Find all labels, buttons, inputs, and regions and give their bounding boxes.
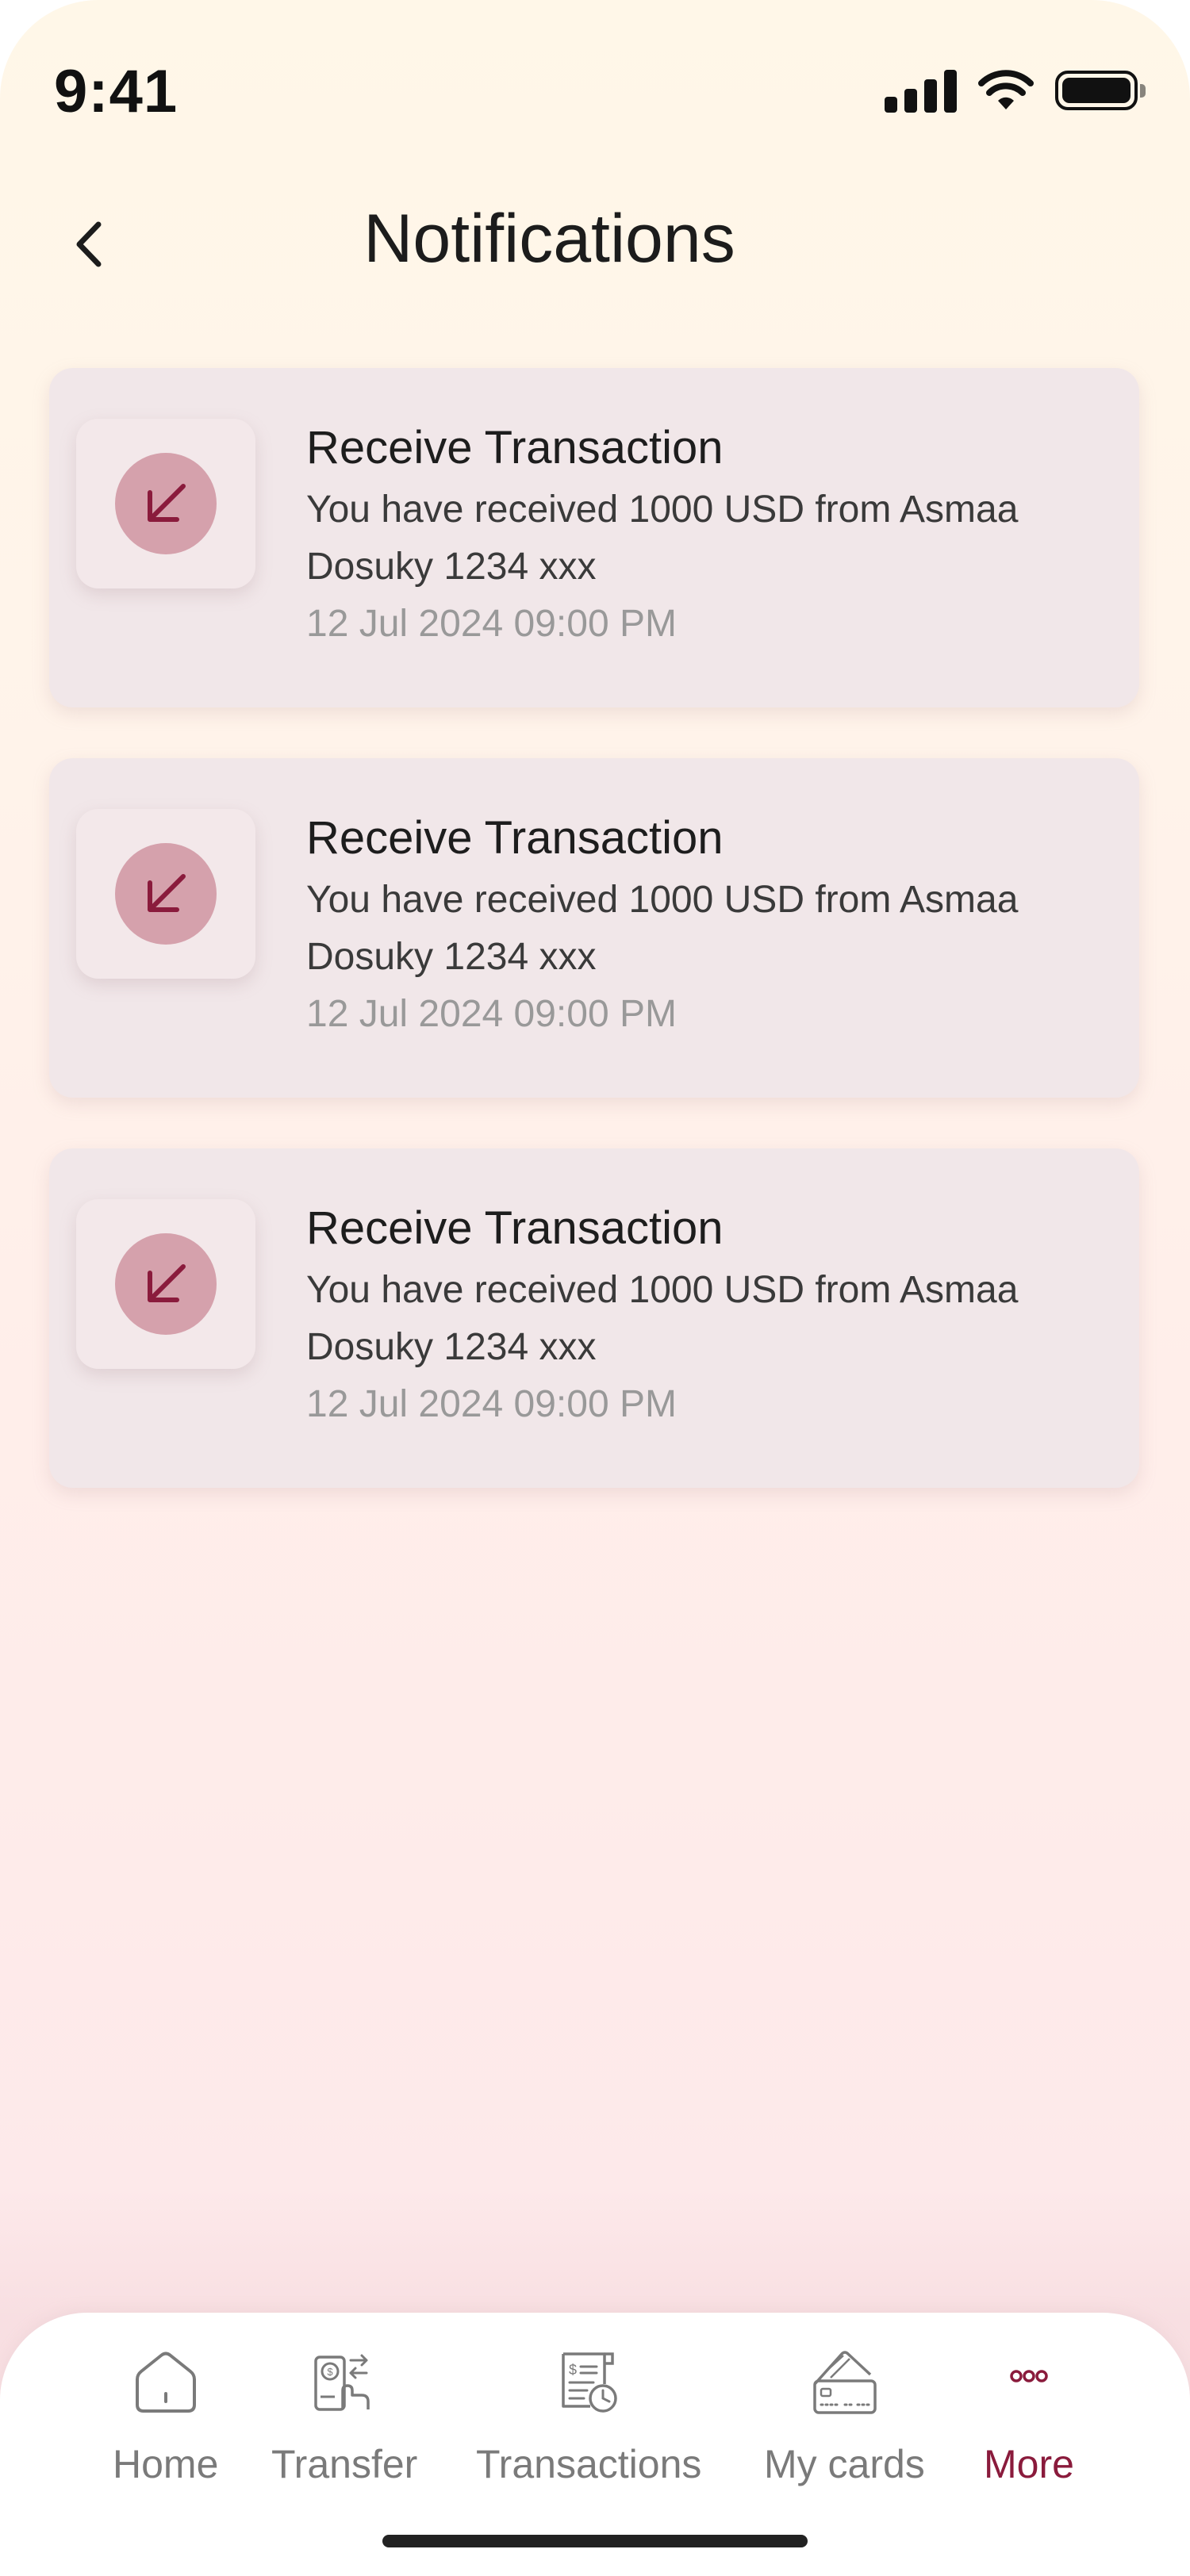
cellular-signal-icon xyxy=(885,68,957,113)
notification-list: Receive Transaction You have received 10… xyxy=(49,368,1139,1539)
notifications-screen: 9:41 Notifications Receive Transaction Y… xyxy=(0,0,1190,2576)
notification-body: You have received 1000 USD from Asmaa Do… xyxy=(306,878,1019,978)
arrow-down-left-icon xyxy=(148,484,186,522)
battery-icon xyxy=(1055,71,1146,110)
status-time: 9:41 xyxy=(54,58,178,125)
nav-label: More xyxy=(984,2442,1074,2486)
nav-item-my-cards[interactable]: My cards xyxy=(764,2343,925,2487)
notification-time: 12 Jul 2024 09:00 PM xyxy=(306,1382,677,1425)
notification-body: You have received 1000 USD from Asmaa Do… xyxy=(306,488,1019,588)
more-dots-icon xyxy=(1010,2370,1048,2382)
svg-text:$: $ xyxy=(569,2362,577,2378)
arrow-down-left-icon xyxy=(148,874,186,912)
wifi-icon xyxy=(978,70,1034,109)
arrow-down-left-icon xyxy=(148,1264,186,1302)
notification-card[interactable]: Receive Transaction You have received 10… xyxy=(49,368,1139,707)
home-icon xyxy=(135,2352,196,2413)
status-icons xyxy=(885,68,1146,113)
page-title: Notifications xyxy=(363,201,735,277)
notification-title: Receive Transaction xyxy=(306,1202,724,1254)
notification-body: You have received 1000 USD from Asmaa Do… xyxy=(306,1268,1019,1368)
nav-item-more[interactable]: More xyxy=(984,2343,1074,2487)
nav-item-transactions[interactable]: $ Transactions xyxy=(476,2343,701,2487)
nav-item-home[interactable]: Home xyxy=(113,2343,218,2487)
notification-card[interactable]: Receive Transaction You have received 10… xyxy=(49,758,1139,1098)
notification-time: 12 Jul 2024 09:00 PM xyxy=(306,602,677,645)
nav-label: Home xyxy=(113,2442,219,2486)
svg-text:$: $ xyxy=(328,2366,334,2378)
notification-title: Receive Transaction xyxy=(306,812,724,864)
notification-icon-tile xyxy=(76,419,255,588)
nav-label: My cards xyxy=(764,2442,925,2486)
notification-card[interactable]: Receive Transaction You have received 10… xyxy=(49,1148,1139,1488)
nav-label: Transfer xyxy=(271,2442,418,2486)
notification-time: 12 Jul 2024 09:00 PM xyxy=(306,992,677,1035)
receipt-clock-icon: $ xyxy=(562,2352,617,2413)
notification-title: Receive Transaction xyxy=(306,422,724,473)
nav-label: Transactions xyxy=(476,2442,702,2486)
notification-icon-tile xyxy=(76,1199,255,1369)
home-indicator xyxy=(382,2535,808,2547)
nav-item-transfer[interactable]: $ Transfer xyxy=(271,2343,417,2487)
transfer-icon: $ xyxy=(314,2354,370,2411)
cards-icon xyxy=(813,2351,877,2414)
notification-icon-tile xyxy=(76,809,255,979)
